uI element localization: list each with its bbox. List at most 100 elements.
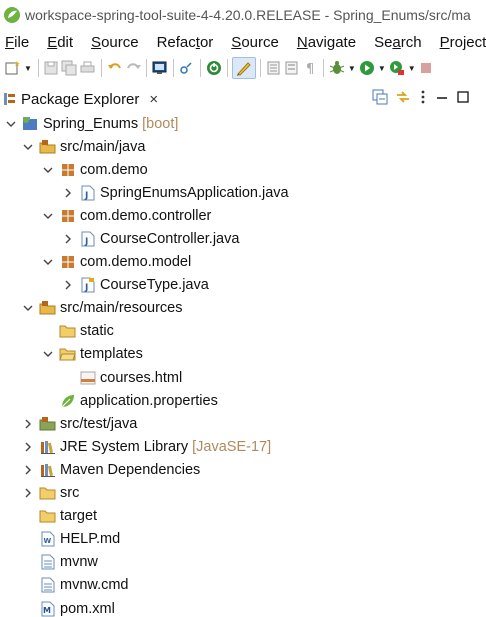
coverage-dropdown-icon[interactable]: ▼ [408,64,416,73]
toolbar-separator [322,59,324,77]
tree-item-project[interactable]: Spring_Enums [boot] [0,112,486,135]
annotation-icon[interactable] [231,57,256,79]
tree-item-src-main-java[interactable]: src/main/java [0,135,486,158]
debug-icon[interactable] [328,57,346,79]
spring-boot-icon[interactable] [205,57,223,79]
tree-item-src-main-resources[interactable]: src/main/resources [0,297,486,320]
package-icon [59,162,76,178]
tree-item-file[interactable]: M pom.xml [0,597,486,617]
tree-item-jre-library[interactable]: JRE System Library [JavaSE-17] [0,435,486,458]
text-file-icon [39,577,56,593]
title-bar: workspace-spring-tool-suite-4-4.20.0.REL… [0,0,486,30]
chevron-down-icon[interactable] [21,140,35,154]
tree-item-folder[interactable]: templates [0,343,486,366]
tree-item-file[interactable]: mvnw [0,551,486,574]
folder-icon [59,323,76,339]
save-all-icon[interactable] [61,57,79,79]
minimize-icon[interactable] [435,89,449,105]
run-icon[interactable] [358,57,376,79]
outline-icon[interactable] [265,57,283,79]
chevron-right-icon[interactable] [61,278,75,292]
folder-icon [39,508,56,524]
menu-file[interactable]: File [5,34,29,51]
window-title: workspace-spring-tool-suite-4-4.20.0.REL… [25,7,471,23]
tree-label: src/test/java [60,415,138,432]
package-explorer-tree: Spring_Enums [boot] src/main/java com.de… [0,112,486,617]
close-icon[interactable]: × [149,91,158,108]
menu-search[interactable]: Search [374,34,422,51]
chevron-right-icon[interactable] [61,232,75,246]
stop-icon[interactable] [418,57,436,79]
chevron-right-icon[interactable] [21,486,35,500]
menu-source[interactable]: Source [91,34,139,51]
menu-edit[interactable]: Edit [47,34,73,51]
console-icon[interactable] [151,57,169,79]
tree-label: CourseType.java [100,277,209,294]
link-with-editor-icon[interactable] [395,89,411,105]
tree-item-maven-dependencies[interactable]: Maven Dependencies [0,458,486,481]
spring-properties-icon [59,393,76,409]
tree-item-folder[interactable]: target [0,505,486,528]
tree-item-file[interactable]: mvnw.cmd [0,574,486,597]
tree-item-src-test-java[interactable]: src/test/java [0,412,486,435]
tree-item-package[interactable]: com.demo [0,158,486,181]
undo-icon[interactable] [106,57,124,79]
folder-icon [39,485,56,501]
coverage-icon[interactable] [388,57,406,79]
menu-navigate[interactable]: Navigate [297,34,356,51]
package-icon [59,254,76,270]
open-folder-icon [59,346,76,362]
tree-item-package[interactable]: com.demo.model [0,251,486,274]
collapse-all-icon[interactable] [372,89,388,105]
chevron-down-icon[interactable] [41,255,55,269]
menu-source-2[interactable]: Source [231,34,279,51]
save-icon[interactable] [43,57,61,79]
library-icon [39,462,56,478]
chevron-down-icon[interactable] [41,163,55,177]
main-toolbar: ▼ ¶ ▼ ▼ ▼ [0,54,486,82]
menu-project[interactable]: Project [440,34,486,51]
tree-label: HELP.md [60,531,121,548]
tree-item-folder[interactable]: src [0,482,486,505]
chevron-down-icon[interactable] [21,301,35,315]
chevron-right-icon[interactable] [21,440,35,454]
tree-item-html-file[interactable]: courses.html [0,366,486,389]
chevron-down-icon[interactable] [4,117,18,131]
new-icon[interactable] [4,57,22,79]
tab-package-explorer[interactable]: Package Explorer × [0,86,158,112]
tree-label: src [60,485,80,502]
tree-item-folder[interactable]: static [0,320,486,343]
debug-dropdown-icon[interactable]: ▼ [348,64,356,73]
new-dropdown-icon[interactable]: ▼ [24,64,32,73]
tree-item-java-file[interactable]: J CourseType.java [0,274,486,297]
tree-label: com.demo [80,161,148,178]
no-children [21,578,35,592]
redo-icon[interactable] [124,57,142,79]
svg-text:J: J [84,191,88,201]
chevron-down-icon[interactable] [41,209,55,223]
link-icon[interactable] [178,57,196,79]
tree-item-file[interactable]: W HELP.md [0,528,486,551]
no-children [41,324,55,338]
tree-item-package[interactable]: com.demo.controller [0,204,486,227]
chevron-down-icon[interactable] [41,347,55,361]
maximize-icon[interactable] [456,89,470,105]
run-dropdown-icon[interactable]: ▼ [378,64,386,73]
tree-item-java-file[interactable]: J SpringEnumsApplication.java [0,181,486,204]
tree-label: static [80,323,114,340]
tree-label: SpringEnumsApplication.java [100,184,289,201]
chevron-right-icon[interactable] [21,417,35,431]
tree-label: src/main/resources [60,300,183,317]
print-icon[interactable] [79,57,97,79]
tree-label: com.demo.controller [80,207,212,224]
task-icon[interactable] [283,57,301,79]
menu-refactor[interactable]: Refactor [157,34,214,51]
chevron-right-icon[interactable] [21,463,35,477]
chevron-right-icon[interactable] [61,186,75,200]
view-menu-icon[interactable] [418,89,428,105]
tree-item-java-file[interactable]: J CourseController.java [0,227,486,250]
tree-item-properties-file[interactable]: application.properties [0,389,486,412]
paragraph-icon[interactable]: ¶ [301,57,319,79]
project-decoration: [boot] [142,115,179,132]
menu-bar: File Edit Source Refactor Source Navigat… [0,30,486,54]
